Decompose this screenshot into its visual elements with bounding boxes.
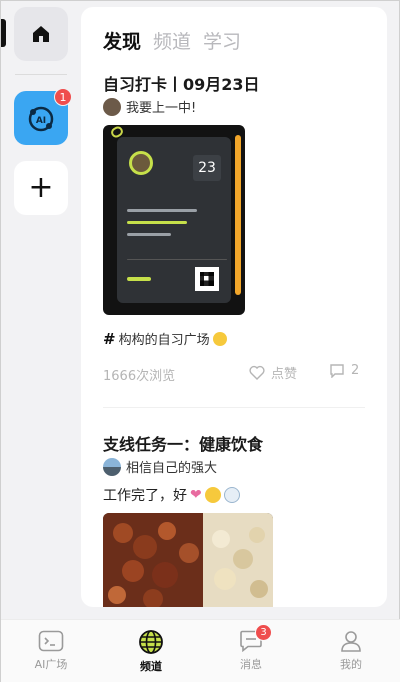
bubble-emoji-icon bbox=[223, 487, 240, 503]
terminal-icon bbox=[38, 630, 64, 652]
nav-messages[interactable]: 3 消息 bbox=[201, 620, 301, 682]
qr-code bbox=[195, 267, 219, 291]
feed-tabs: 发现 频道 学习 bbox=[103, 27, 241, 54]
ai-notification-badge: 1 bbox=[54, 88, 72, 106]
bottom-nav: AI广场 频道 3 消息 我的 bbox=[1, 619, 400, 682]
post-title[interactable]: 自习打卡丨09月23日 bbox=[103, 71, 260, 95]
tab-study[interactable]: 学习 bbox=[203, 27, 241, 54]
author-avatar bbox=[103, 97, 121, 116]
post-author[interactable]: 我要上一中! bbox=[103, 97, 196, 116]
checkin-card-graphic: 23 bbox=[117, 137, 231, 303]
comment-icon bbox=[330, 364, 344, 378]
left-rail: AI 1 + bbox=[1, 1, 81, 619]
nav-profile[interactable]: 我的 bbox=[301, 620, 400, 682]
tab-discover[interactable]: 发现 bbox=[103, 27, 141, 54]
nav-label: 我的 bbox=[340, 658, 362, 671]
nav-label: 消息 bbox=[240, 658, 262, 671]
rail-divider bbox=[15, 74, 67, 75]
author-avatar bbox=[103, 457, 121, 476]
comment-count: 2 bbox=[351, 363, 360, 378]
rail-active-indicator bbox=[1, 19, 6, 47]
post-hashtag[interactable]: # 构构的自习广场 bbox=[103, 329, 227, 348]
messages-badge: 3 bbox=[255, 624, 272, 641]
tab-channel[interactable]: 频道 bbox=[153, 27, 191, 54]
post-author[interactable]: 相信自己的强大 bbox=[103, 457, 217, 476]
heart-icon bbox=[249, 365, 265, 380]
checkin-date: 23 bbox=[193, 155, 221, 181]
nav-label: 频道 bbox=[140, 660, 162, 673]
author-name: 相信自己的强大 bbox=[126, 461, 218, 476]
hash-icon: # bbox=[103, 329, 116, 348]
emoji-icon bbox=[212, 331, 227, 346]
home-icon bbox=[33, 26, 49, 42]
author-name: 我要上一中! bbox=[126, 101, 197, 116]
post-image[interactable] bbox=[103, 513, 273, 607]
feed-card: 发现 频道 学习 自习打卡丨09月23日 我要上一中! 23 # 构构的自习广场… bbox=[81, 7, 387, 607]
post-body-text: 工作完了，好 bbox=[103, 488, 187, 504]
person-icon bbox=[341, 631, 361, 652]
home-button[interactable] bbox=[14, 7, 68, 61]
ai-icon-label: AI bbox=[36, 116, 46, 126]
post-divider bbox=[103, 407, 365, 408]
view-count: 1666次浏览 bbox=[103, 369, 176, 384]
nav-ai-square[interactable]: AI广场 bbox=[1, 620, 101, 682]
face-emoji-icon bbox=[204, 487, 221, 503]
post-title[interactable]: 支线任务一：健康饮食 bbox=[103, 431, 263, 455]
globe-icon bbox=[139, 630, 163, 654]
add-button[interactable]: + bbox=[14, 161, 68, 215]
post-image[interactable]: 23 bbox=[103, 125, 245, 315]
app-logo-mark bbox=[127, 277, 151, 281]
checkin-avatar bbox=[129, 151, 153, 175]
hashtag-label: 构构的自习广场 bbox=[118, 333, 210, 348]
post-meta: 1666次浏览 点赞 2 bbox=[103, 363, 365, 384]
food-photo bbox=[103, 513, 273, 607]
like-button[interactable]: 点赞 bbox=[249, 363, 297, 382]
like-label: 点赞 bbox=[271, 367, 298, 382]
comment-button[interactable]: 2 bbox=[329, 363, 359, 378]
plus-icon: + bbox=[28, 170, 54, 205]
post-body: 工作完了，好 ❤ bbox=[103, 485, 240, 505]
nav-label: AI广场 bbox=[34, 658, 68, 671]
nav-channel[interactable]: 频道 bbox=[101, 620, 201, 682]
ai-orbit-icon: AI bbox=[28, 106, 54, 132]
heart-emoji-icon: ❤ bbox=[190, 487, 202, 503]
